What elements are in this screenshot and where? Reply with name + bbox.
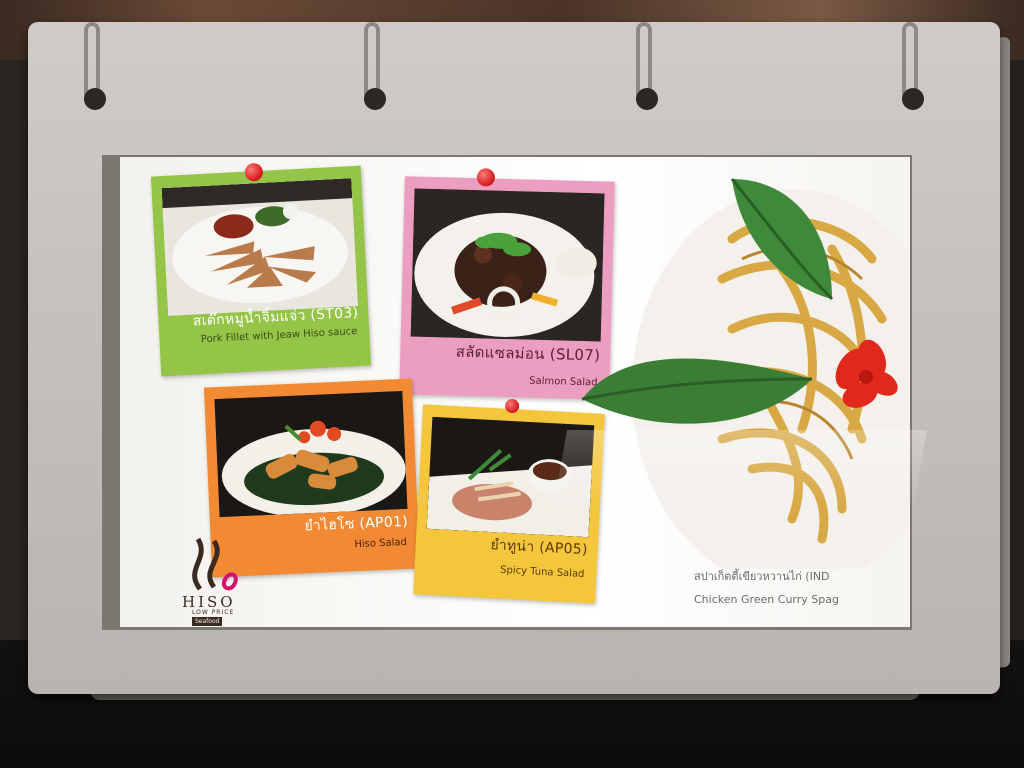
binder-ring (900, 22, 924, 112)
featured-thai-name: สปาเก็ตตี้เขียวหวานไก่ (IND (694, 570, 830, 583)
menu-card: สเต๊กหมูน้ำจิ้มแจ่ว (ST03) Pork Fillet w… (120, 157, 910, 627)
pork-fillet-photo (161, 178, 358, 316)
push-pin-icon (476, 168, 496, 187)
menu-item-english-name: Spicy Tuna Salad (499, 564, 585, 581)
menu-item-thai-name: สลัดแซลม่อน (SL07) (455, 342, 601, 365)
push-pin-icon (244, 162, 264, 182)
binder-ring (82, 22, 106, 112)
binder-ring (634, 22, 658, 112)
binder-ring (362, 22, 386, 112)
salmon-salad-photo (410, 188, 605, 342)
hiso-salad-photo (214, 390, 408, 518)
featured-english-name: Chicken Green Curry Spag (694, 593, 839, 606)
logo-subtitle: LOW PRICE (192, 609, 235, 616)
logo-tag: Seafood (192, 617, 223, 626)
push-pin-icon (504, 398, 520, 414)
menu-item-english-name: Salmon Salad (529, 375, 598, 389)
menu-item-pork-fillet[interactable]: สเต๊กหมูน้ำจิ้มแจ่ว (ST03) Pork Fillet w… (150, 162, 372, 377)
acrylic-glare (552, 430, 928, 510)
